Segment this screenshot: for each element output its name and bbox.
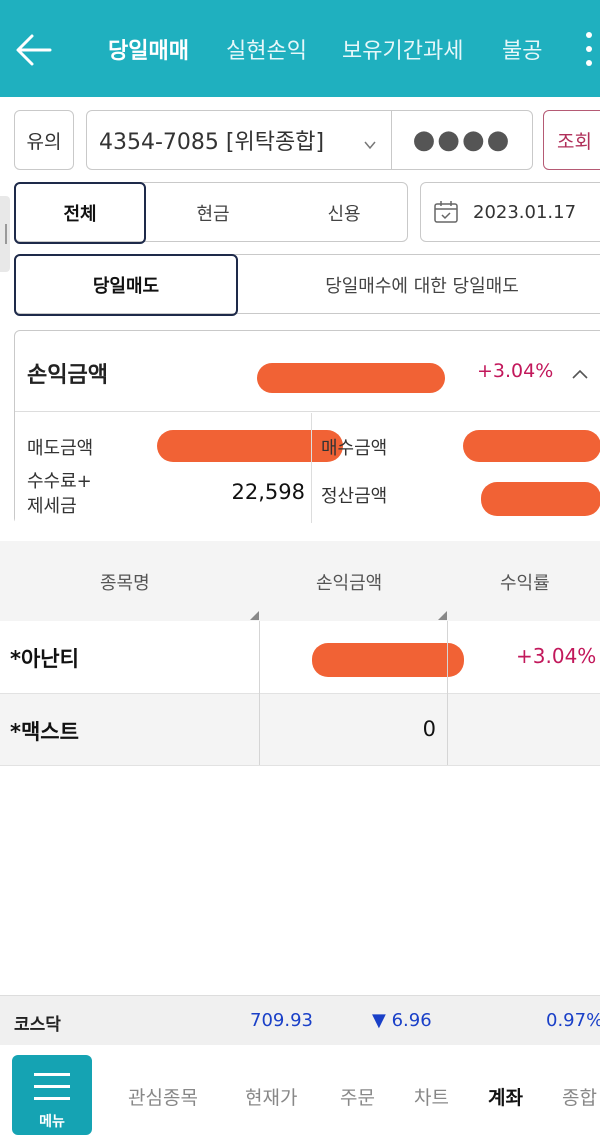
- date-value: 2023.01.17: [473, 201, 577, 223]
- index-ticker[interactable]: 코스닥 709.93 ▼ 6.96 0.97%: [0, 995, 600, 1045]
- account-select-value: 4354-7085 [위탁종합]: [99, 130, 325, 155]
- header-pnl-amount[interactable]: 손익금액: [316, 569, 382, 595]
- nav-overview[interactable]: 종합: [562, 1083, 600, 1110]
- query-button[interactable]: 조회: [543, 110, 600, 170]
- fee-tax-label-line2: 제세금: [27, 496, 77, 517]
- segment-day-sell[interactable]: 당일매도: [14, 254, 238, 316]
- header-return-rate[interactable]: 수익률: [500, 569, 550, 595]
- back-arrow-icon[interactable]: [12, 28, 56, 72]
- side-drawer-handle[interactable]: [0, 196, 10, 272]
- nav-watchlist[interactable]: 관심종목: [128, 1083, 198, 1110]
- sell-amount-label: 매도금액: [27, 438, 94, 459]
- sell-mode-segment: 당일매도 당일매수에 대한 당일매도: [14, 254, 600, 316]
- index-percent: 0.97%: [546, 1010, 600, 1031]
- pnl-rate: +3.04%: [477, 360, 554, 382]
- stock-rate: +3.04%: [516, 644, 597, 668]
- warning-button[interactable]: 유의: [14, 110, 74, 170]
- menu-label: 메뉴: [39, 1114, 65, 1130]
- fee-tax-label-line1: 수수료+: [27, 471, 92, 492]
- password-field[interactable]: ●●●●: [391, 110, 533, 170]
- sort-corner-icon: [250, 611, 259, 620]
- header-stock-name[interactable]: 종목명: [100, 569, 150, 595]
- nav-account[interactable]: 계좌: [488, 1083, 523, 1110]
- row-divider: [0, 765, 600, 766]
- segment-cash[interactable]: 현금: [147, 183, 279, 243]
- index-change: ▼ 6.96: [372, 1010, 432, 1031]
- sort-corner-icon: [438, 611, 447, 620]
- column-divider: [447, 621, 448, 765]
- redacted-settlement-amount: [481, 482, 600, 516]
- calendar-icon: [433, 200, 459, 224]
- redacted-stock-pnl: [312, 643, 464, 677]
- chevron-up-icon[interactable]: [571, 365, 589, 384]
- tab-day-trading[interactable]: 당일매매: [108, 33, 189, 65]
- summary-card: 손익금액 +3.04% 매도금액 수수료+ 제세금 22,598 매수금액 정산…: [14, 330, 600, 524]
- top-header: 당일매매 실현손익 보유기간과세 불공: [0, 0, 600, 97]
- segment-credit[interactable]: 신용: [279, 183, 409, 243]
- tab-unfair[interactable]: 불공: [502, 33, 542, 65]
- stock-pnl: 0: [422, 717, 436, 741]
- table-row[interactable]: *맥스트 0: [0, 694, 600, 766]
- table-row[interactable]: *아난티 +3.04%: [0, 621, 600, 693]
- tab-realized-pnl[interactable]: 실현손익: [226, 33, 307, 65]
- table-header: 종목명 손익금액 수익률: [0, 541, 600, 621]
- stock-name: *맥스트: [10, 720, 79, 744]
- trade-type-segment: 전체 현금 신용: [14, 182, 409, 244]
- chevron-down-icon: [363, 133, 377, 158]
- summary-vertical-divider: [311, 413, 312, 523]
- menu-button[interactable]: 메뉴: [12, 1055, 92, 1135]
- segment-day-sell-of-day-buy[interactable]: 당일매수에 대한 당일매도: [239, 255, 600, 315]
- fee-tax-value: 22,598: [231, 480, 305, 504]
- stock-name: *아난티: [10, 647, 79, 671]
- settlement-label: 정산금액: [321, 486, 388, 507]
- tab-holding-period-tax[interactable]: 보유기간과세: [342, 33, 463, 65]
- summary-details: 매도금액 수수료+ 제세금 22,598 매수금액 정산금액: [15, 412, 600, 524]
- segment-all[interactable]: 전체: [14, 182, 146, 244]
- column-divider: [259, 621, 260, 765]
- bottom-navigation: 메뉴 관심종목 현재가 주문 차트 계좌 종합: [0, 1045, 600, 1146]
- account-select[interactable]: 4354-7085 [위탁종합]: [86, 110, 392, 170]
- nav-current-price[interactable]: 현재가: [245, 1083, 297, 1110]
- redacted-sell-amount: [157, 430, 343, 462]
- buy-amount-label: 매수금액: [321, 438, 388, 459]
- redacted-buy-amount: [463, 430, 600, 462]
- pnl-title: 손익금액: [27, 363, 108, 388]
- nav-order[interactable]: 주문: [340, 1083, 375, 1110]
- index-value: 709.93: [250, 1010, 313, 1031]
- more-menu-icon[interactable]: [586, 32, 596, 72]
- nav-chart[interactable]: 차트: [414, 1083, 449, 1110]
- date-picker[interactable]: 2023.01.17: [420, 182, 600, 242]
- redacted-pnl-amount: [257, 363, 445, 393]
- index-name: 코스닥: [14, 1015, 61, 1035]
